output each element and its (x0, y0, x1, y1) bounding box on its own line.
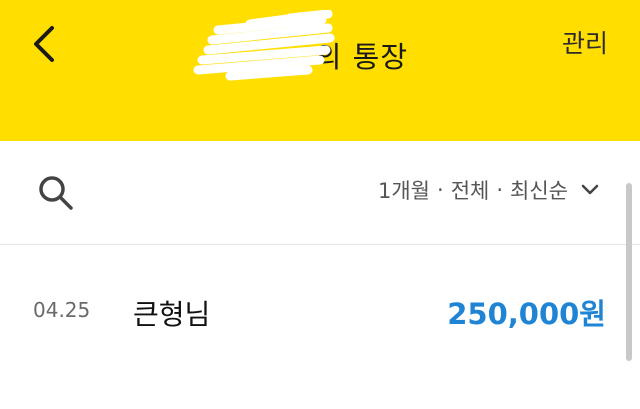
chevron-left-icon (34, 26, 54, 62)
filter-dropdown[interactable]: 1개월 · 전체 · 최신순 (378, 175, 600, 205)
transaction-date: 04.25 (33, 298, 91, 322)
search-icon (39, 176, 73, 210)
filter-period: 1개월 (378, 179, 431, 203)
filter-sort: 최신순 (510, 179, 568, 203)
page-title-area: 의 통장 (190, 10, 430, 86)
scrollbar[interactable] (626, 183, 632, 361)
transaction-amount: 250,000원 (447, 297, 606, 331)
account-header: 의 통장 관리 (0, 0, 640, 141)
redaction-scribble (193, 10, 335, 81)
chevron-down-icon (581, 184, 599, 195)
transaction-name: 큰형님 (133, 298, 211, 331)
back-button[interactable] (22, 22, 66, 66)
search-button[interactable] (36, 173, 76, 213)
transaction-row[interactable]: 04.25 큰형님 250,000원 (0, 245, 640, 375)
filter-bar: 1개월 · 전체 · 최신순 (0, 141, 640, 245)
manage-button[interactable]: 관리 (562, 24, 608, 60)
filter-separator: · (496, 178, 504, 202)
filter-separator: · (437, 178, 444, 202)
filter-type: 전체 (450, 179, 490, 203)
